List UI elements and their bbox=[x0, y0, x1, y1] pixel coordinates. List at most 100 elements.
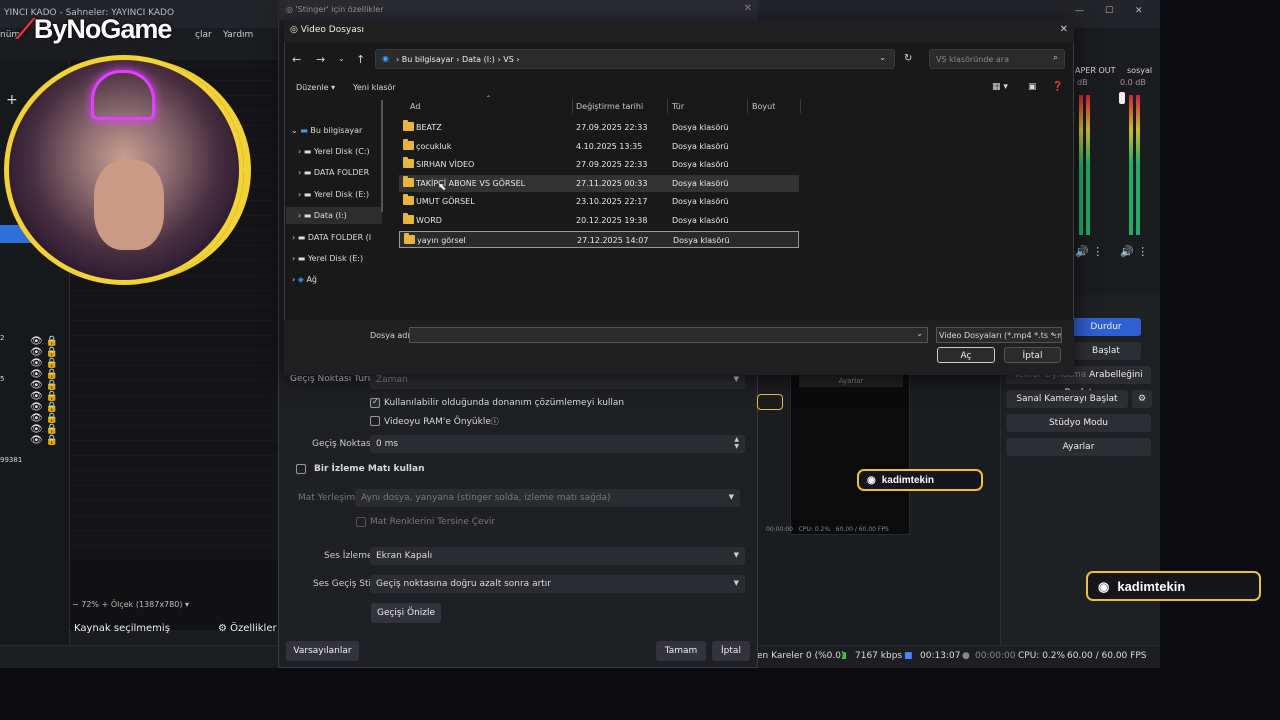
matte-layout-select[interactable]: Aynı dosya, yanyana (stinger solda, izle… bbox=[355, 489, 740, 507]
open-button[interactable]: Aç bbox=[937, 347, 995, 363]
file-row[interactable]: çocukluk 4.10.2025 13:35 Dosya klasörü bbox=[399, 138, 799, 155]
audio-fade-label: Ses Geçiş Stili bbox=[313, 579, 377, 589]
start-button[interactable]: Başlat bbox=[1071, 342, 1141, 360]
column-header-date[interactable]: Değiştirme tarihi bbox=[576, 102, 643, 111]
folder-icon bbox=[403, 176, 414, 187]
record-icon: ● bbox=[962, 651, 970, 661]
audio-db: 0.0 dB bbox=[1120, 78, 1146, 87]
speaker-icon[interactable]: 🔊 ⋮ bbox=[1075, 245, 1103, 258]
menu-item-tools[interactable]: çlar bbox=[195, 30, 212, 40]
nav-item-this-pc[interactable]: ⌄ ▬ Bu bilgisayar bbox=[291, 126, 362, 135]
close-icon[interactable]: ✕ bbox=[1060, 24, 1068, 35]
file-row[interactable]: BEATZ 27.09.2025 22:33 Dosya klasörü bbox=[399, 119, 799, 136]
speaker-icon[interactable]: 🔊 ⋮ bbox=[1120, 245, 1148, 258]
back-arrow-icon[interactable]: ← bbox=[292, 53, 301, 66]
volume-slider[interactable] bbox=[1119, 92, 1125, 104]
ok-button[interactable]: Tamam bbox=[656, 641, 706, 661]
file-row[interactable]: UMUT GÖRSEL 23.10.2025 22:17 Dosya klasörü bbox=[399, 193, 799, 210]
file-row[interactable]: SIRHAN VİDEO 27.09.2025 22:33 Dosya klasör… bbox=[399, 156, 799, 173]
chevron-down-icon[interactable]: ⌄ bbox=[879, 53, 886, 62]
organize-menu[interactable]: Düzenle ▾ bbox=[296, 83, 335, 92]
filename-input[interactable]: ⌄ bbox=[409, 327, 928, 343]
close-icon[interactable]: ✕ bbox=[1135, 6, 1143, 16]
audio-monitor-label: Ses İzleme bbox=[324, 551, 373, 561]
folder-icon bbox=[403, 120, 414, 131]
overlay-frame bbox=[757, 394, 783, 410]
transition-point-spinbox[interactable]: 0 ms ▲ ▼ bbox=[370, 435, 745, 453]
mouse-cursor-icon: ⬉ bbox=[438, 182, 447, 193]
menu-item-help[interactable]: Yardım bbox=[223, 30, 253, 40]
column-header-name[interactable]: Ad bbox=[410, 102, 420, 111]
column-divider bbox=[572, 99, 573, 113]
nav-item-data-folder-i[interactable]: › ▬ DATA FOLDER (I bbox=[292, 233, 371, 242]
column-header-size[interactable]: Boyut bbox=[752, 102, 775, 111]
nav-item-drive-i[interactable]: › ▬ Data (I:) bbox=[298, 211, 347, 220]
audio-monitor-select[interactable]: Ekran Kapalı ▼ bbox=[370, 547, 745, 565]
stop-stream-button[interactable]: Durdur bbox=[1071, 318, 1141, 336]
minimize-icon[interactable]: — bbox=[1075, 6, 1084, 16]
folder-icon bbox=[403, 139, 414, 150]
use-matte-checkbox[interactable] bbox=[296, 464, 306, 474]
visibility-lock-icons[interactable]: 👁 🔒 👁 🔒 👁 🔒 👁 🔒 👁 🔒 👁 🔒 👁 🔒 👁 🔒 👁 🔒 👁 🔒 bbox=[30, 336, 58, 446]
view-options-icon[interactable]: ▦ ▾ bbox=[992, 82, 1008, 92]
preload-ram-checkbox[interactable] bbox=[370, 416, 380, 426]
file-row[interactable]: WORD 20.12.2025 19:38 Dosya klasörü bbox=[399, 212, 799, 229]
sort-indicator-icon: ⌃ bbox=[486, 95, 492, 102]
column-divider bbox=[747, 99, 748, 113]
nav-item-drive-e2[interactable]: › ▬ Yerel Disk (E:) bbox=[292, 254, 363, 263]
add-icon[interactable]: + bbox=[6, 92, 18, 108]
preload-ram-label: Videoyu RAM'e Önyükleⓘ bbox=[384, 417, 499, 427]
address-bar[interactable]: ◉ › Bu bilgisayar › Data (I:) › VS › ⌄ bbox=[375, 49, 895, 69]
file-row-hovered[interactable]: TAKİPÇİ ABONE VS GÖRSEL 27.11.2025 00:33 D… bbox=[399, 175, 799, 192]
help-icon[interactable]: ❓ bbox=[1052, 82, 1063, 92]
folder-icon bbox=[403, 213, 414, 224]
studio-mode-button[interactable]: Stüdyo Modu bbox=[1006, 414, 1151, 432]
nav-item-data-folder[interactable]: › ▬ DATA FOLDER bbox=[298, 168, 369, 177]
source-number: 99381 bbox=[0, 456, 23, 464]
up-arrow-icon[interactable]: ↑ bbox=[356, 53, 365, 66]
file-type-filter[interactable]: Video Dosyaları (*.mp4 *.ts *.mo ⌄ bbox=[936, 327, 1062, 343]
invert-matte-checkbox[interactable] bbox=[356, 517, 366, 527]
defaults-button[interactable]: Varsayılanlar bbox=[286, 641, 359, 661]
invert-matte-label: Mat Renklerini Tersine Çevir bbox=[370, 517, 496, 527]
nav-item-drive-e[interactable]: › ▬ Yerel Disk (E:) bbox=[298, 190, 369, 199]
folder-icon bbox=[404, 233, 415, 244]
breadcrumb[interactable]: › Bu bilgisayar › Data (I:) › VS › bbox=[396, 55, 520, 64]
chevron-down-icon: ⌄ bbox=[1051, 329, 1058, 338]
file-cancel-button[interactable]: İptal bbox=[1004, 347, 1061, 363]
hw-decode-checkbox[interactable]: ✓ bbox=[370, 397, 380, 408]
properties-button[interactable]: ⚙ Özellikler bbox=[218, 623, 277, 634]
new-folder-button[interactable]: Yeni klasör bbox=[353, 83, 396, 92]
refresh-icon[interactable]: ↻ bbox=[904, 53, 912, 64]
virtual-camera-button[interactable]: Sanal Kamerayı Başlat bbox=[1006, 390, 1128, 408]
search-icon: ⌕ bbox=[1052, 53, 1058, 63]
nav-item-network[interactable]: › ◈ Ağ bbox=[292, 275, 317, 284]
transition-point-type-label: Geçiş Noktası Türü bbox=[290, 374, 374, 384]
hw-decode-label: Kullanılabilir olduğunda donanım çözümle… bbox=[384, 398, 625, 408]
nav-scrollbar[interactable] bbox=[381, 100, 383, 212]
no-source-label: Kaynak seçilmemiş bbox=[74, 623, 170, 634]
nav-item-drive-c[interactable]: › ▬ Yerel Disk (C:) bbox=[298, 147, 370, 156]
column-header-type[interactable]: Tür bbox=[672, 102, 684, 111]
audio-channel-name: APER OUT bbox=[1075, 66, 1116, 75]
fps-readout: 60.00 / 60.00 FPS bbox=[1067, 651, 1147, 661]
bitrate: 7167 kbps bbox=[855, 651, 903, 661]
stinger-title-bar: ◎ 'Stinger' için özellikler ✕ bbox=[278, 0, 758, 20]
audio-mixer: APER OUT sosyal dB 0.0 dB 🔊 ⋮ 🔊 ⋮ bbox=[1075, 60, 1160, 270]
close-icon[interactable]: ✕ bbox=[744, 3, 752, 14]
preview-transition-button[interactable]: Geçişi Önizle bbox=[371, 603, 441, 623]
streamer-face bbox=[94, 160, 164, 250]
settings-button[interactable]: Ayarlar bbox=[1006, 438, 1151, 456]
search-input[interactable]: VS klasöründe ara ⌕ bbox=[929, 49, 1065, 69]
preview-pane-icon[interactable]: ▣ bbox=[1028, 82, 1037, 92]
forward-arrow-icon[interactable]: → bbox=[316, 53, 325, 66]
cancel-button[interactable]: İptal bbox=[712, 641, 750, 661]
stream-time: 00:00:00 bbox=[975, 651, 1016, 661]
signal-icon: ▮ bbox=[842, 651, 847, 661]
maximize-icon[interactable]: ☐ bbox=[1105, 6, 1113, 16]
audio-fade-select[interactable]: Geçiş noktasına doğru azalt sonra artır ▼ bbox=[370, 575, 745, 593]
file-row-selected[interactable]: yayın görsel 27.12.2025 14:07 Dosya klasör… bbox=[399, 231, 799, 248]
recent-dropdown-icon[interactable]: ⌄ bbox=[338, 54, 345, 63]
stinger-title: ◎ 'Stinger' için özellikler bbox=[286, 5, 384, 14]
gear-icon[interactable]: ⚙ bbox=[1132, 390, 1152, 408]
